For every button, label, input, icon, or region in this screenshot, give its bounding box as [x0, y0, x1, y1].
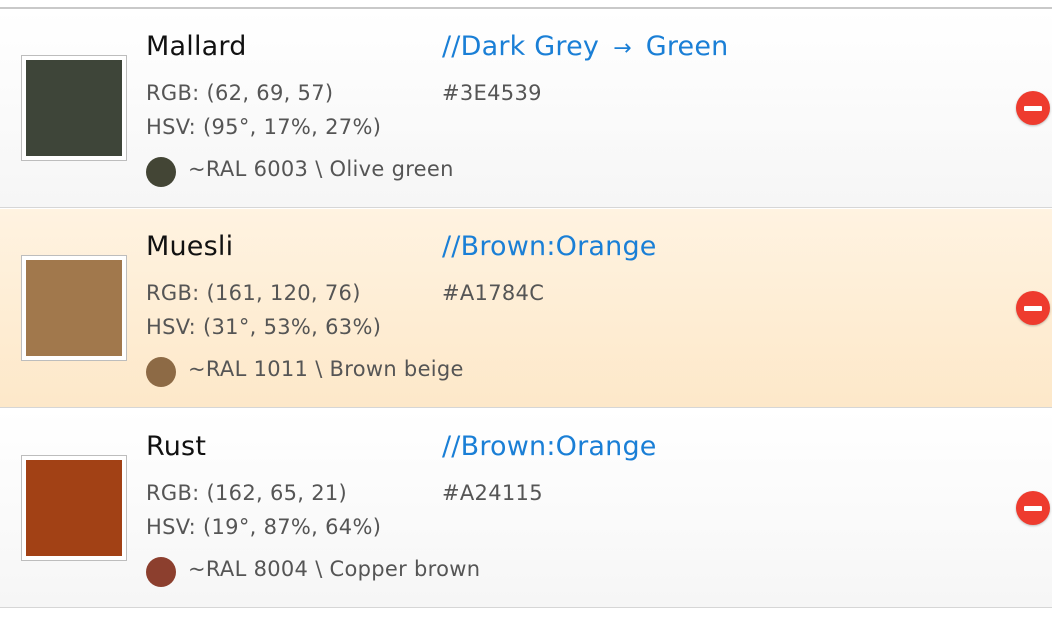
hsv-value: HSV: (19°, 87%, 64%) [146, 515, 382, 539]
ral-match: ~RAL 6003 \ Olive green [188, 157, 454, 181]
remove-button[interactable] [1016, 291, 1050, 325]
category-end: Green [645, 31, 729, 62]
color-name: Rust [146, 431, 207, 462]
rgb-value: RGB: (162, 65, 21) [146, 481, 348, 505]
hex-value: #3E4539 [442, 81, 542, 105]
hex-value: #A1784C [442, 281, 545, 305]
color-swatch [26, 460, 122, 556]
swatch-frame [21, 55, 127, 161]
ral-color-dot [146, 157, 176, 187]
rgb-value: RGB: (62, 69, 57) [146, 81, 334, 105]
color-name: Muesli [146, 231, 234, 262]
ral-color-dot [146, 557, 176, 587]
remove-button[interactable] [1016, 491, 1050, 525]
color-row-muesli[interactable]: Muesli //Brown:Orange RGB: (161, 120, 76… [0, 209, 1052, 408]
hsv-value: HSV: (31°, 53%, 63%) [146, 315, 382, 339]
color-name: Mallard [146, 31, 247, 62]
color-category: //Brown:Orange [442, 231, 657, 262]
color-swatch [26, 60, 122, 156]
color-row-mallard[interactable]: Mallard //Dark Grey → Green RGB: (62, 69… [0, 9, 1052, 208]
category-start: //Dark Grey [442, 31, 600, 62]
color-row-rust[interactable]: Rust //Brown:Orange RGB: (162, 65, 21) #… [0, 409, 1052, 608]
color-category: //Brown:Orange [442, 431, 657, 462]
swatch-frame [21, 255, 127, 361]
minus-circle-icon [1024, 305, 1042, 311]
color-swatch [26, 260, 122, 356]
ral-color-dot [146, 357, 176, 387]
hsv-value: HSV: (95°, 17%, 27%) [146, 115, 382, 139]
ral-match: ~RAL 8004 \ Copper brown [188, 557, 481, 581]
hex-value: #A24115 [442, 481, 543, 505]
ral-match: ~RAL 1011 \ Brown beige [188, 357, 464, 381]
remove-button[interactable] [1016, 91, 1050, 125]
color-list: Mallard //Dark Grey → Green RGB: (62, 69… [0, 0, 1052, 619]
category-start: //Brown:Orange [442, 231, 657, 262]
color-category: //Dark Grey → Green [442, 31, 728, 62]
arrow-right-icon: → [613, 36, 632, 61]
category-start: //Brown:Orange [442, 431, 657, 462]
minus-circle-icon [1024, 105, 1042, 111]
rgb-value: RGB: (161, 120, 76) [146, 281, 361, 305]
swatch-frame [21, 455, 127, 561]
minus-circle-icon [1024, 505, 1042, 511]
